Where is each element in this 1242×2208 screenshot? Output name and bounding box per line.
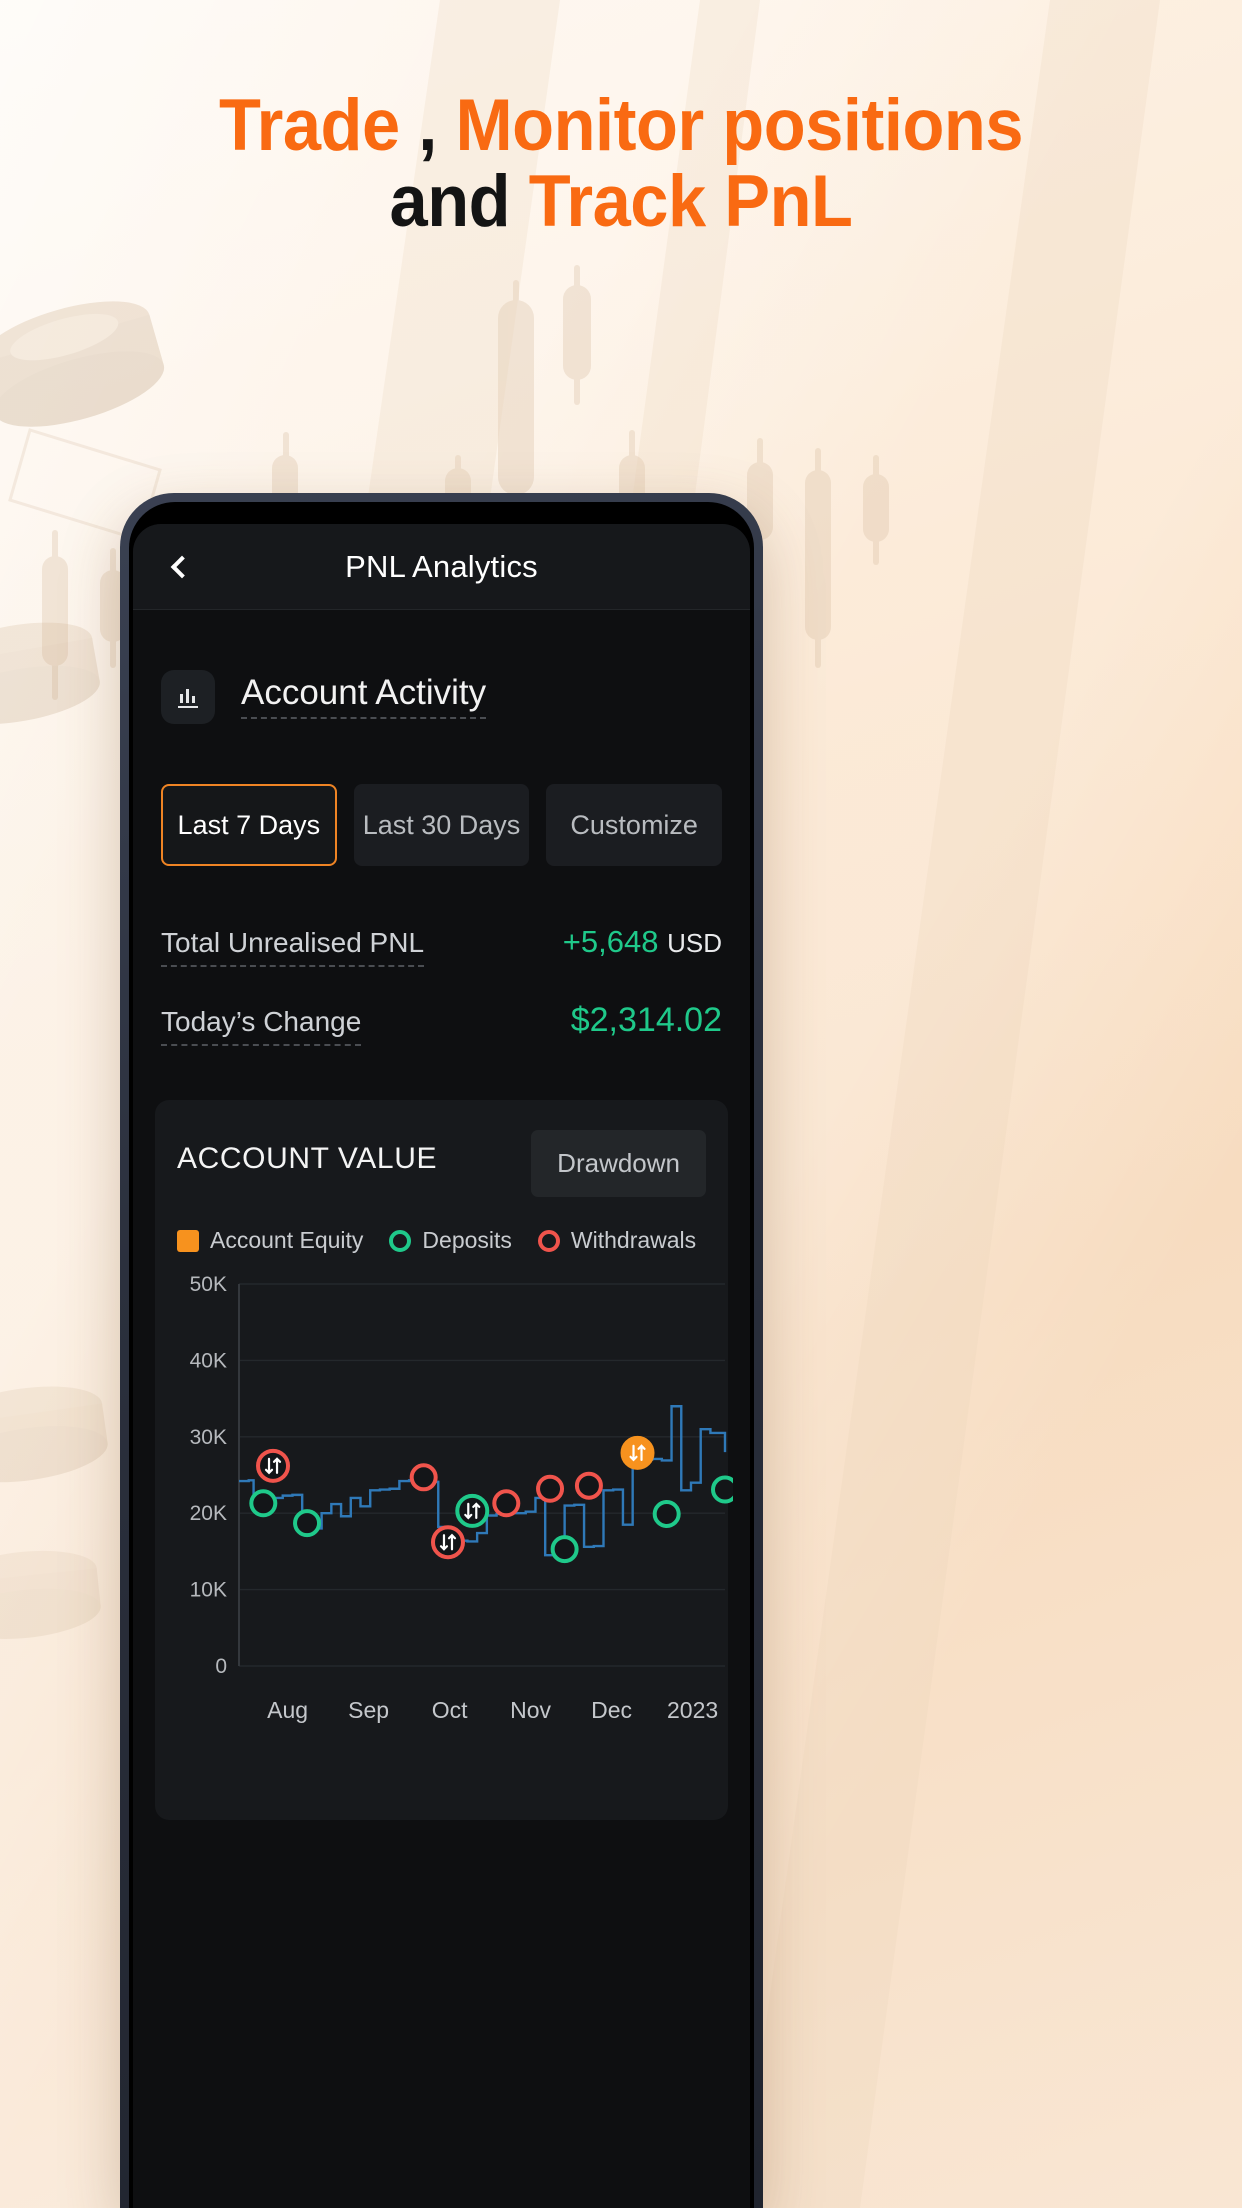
legend-swatch-ring: [389, 1229, 412, 1252]
marker-ring: [409, 1463, 438, 1492]
stat-value: +5,648 USD: [563, 924, 722, 960]
date-range-chips: Last 7 Days Last 30 Days Customize: [133, 724, 750, 866]
stat-label: Total Unrealised PNL: [161, 927, 425, 967]
chart-marker-withdrawal[interactable]: [536, 1474, 565, 1503]
y-tick-label: 10K: [190, 1579, 227, 1602]
chart-marker-account-equity-event[interactable]: [620, 1435, 655, 1470]
headline-monitor-positions: Monitor positions: [436, 85, 1024, 166]
marker-ring: [550, 1535, 579, 1564]
y-tick-label: 40K: [190, 1349, 227, 1372]
legend-label: Deposits: [422, 1227, 512, 1253]
headline-comma: ,: [418, 85, 437, 166]
x-tick-label: Dec: [591, 1697, 632, 1723]
stat-value-amount: +5,648: [562, 924, 659, 959]
marker-ring: [620, 1435, 655, 1470]
x-tick-label: Aug: [267, 1697, 308, 1723]
chart-marker-deposit[interactable]: [550, 1535, 579, 1564]
bar-chart-glyph: [178, 689, 198, 708]
chart-marker-withdrawal[interactable]: [409, 1463, 438, 1492]
stat-row-total-unrealised-pnl: Total Unrealised PNL +5,648 USD: [161, 908, 722, 985]
chart-marker-withdrawal[interactable]: [574, 1471, 603, 1500]
chip-customize[interactable]: Customize: [546, 784, 723, 866]
y-tick-label: 20K: [190, 1502, 227, 1525]
phone-mockup: PNL Analytics Account Activity Last 7 Da…: [120, 493, 763, 2208]
x-tick-label: Oct: [432, 1697, 468, 1723]
chart-marker-deposit[interactable]: [293, 1509, 322, 1538]
marker-ring: [536, 1474, 565, 1503]
headline-line-1: Trade , Monitor positions: [37, 88, 1204, 164]
legend-swatch-ring: [537, 1229, 560, 1252]
headline-trade: Trade: [218, 85, 419, 166]
stat-label: Today’s Change: [161, 1006, 362, 1046]
marker-ring: [492, 1489, 521, 1518]
stats-list: Total Unrealised PNL +5,648 USD Today’s …: [133, 866, 750, 1064]
chart-legend: Account Equity Deposits Withdrawals: [177, 1227, 706, 1254]
legend-label: Withdrawals: [570, 1227, 697, 1253]
chart-marker-deposit[interactable]: [249, 1489, 278, 1518]
chevron-left-icon: [170, 555, 193, 578]
chart-svg: 50K 40K 30K 20K 10K 0 Aug Sep Oct Nov Dec 2023: [190, 1273, 733, 1723]
headline-and: and: [389, 160, 529, 242]
drawdown-button[interactable]: Drawdown: [531, 1130, 706, 1197]
marker-ring: [256, 1448, 291, 1483]
chip-last-7-days[interactable]: Last 7 Days: [161, 784, 337, 866]
chip-last-30-days[interactable]: Last 30 Days: [353, 784, 530, 866]
stat-value-unit: USD: [667, 928, 722, 958]
bar-chart-icon: [161, 670, 215, 724]
account-value-card: ACCOUNT VALUE Drawdown Account Equity De…: [155, 1100, 733, 1820]
headline-track-pnl: Track PnL: [528, 160, 853, 242]
chart-x-axis-labels: Aug Sep Oct Nov Dec 2023: [267, 1697, 718, 1723]
account-value-chart[interactable]: 50K 40K 30K 20K 10K 0 Aug Sep Oct Nov Dec 2023: [177, 1270, 733, 1740]
marker-ring: [711, 1475, 733, 1504]
back-button[interactable]: [159, 547, 199, 587]
page-title: Trade , Monitor positions and Track PnL: [37, 88, 1204, 240]
section-title: Account Activity: [241, 674, 487, 719]
legend-item-deposits[interactable]: Deposits: [389, 1227, 512, 1254]
chart-y-axis-labels: 50K 40K 30K 20K 10K 0: [190, 1273, 227, 1678]
y-tick-label: 30K: [190, 1426, 227, 1449]
app-header: PNL Analytics: [133, 524, 750, 610]
chart-marker-deposit-transfer[interactable]: [455, 1493, 490, 1528]
chart-marker-withdrawal-transfer[interactable]: [256, 1448, 291, 1483]
legend-item-withdrawals[interactable]: Withdrawals: [537, 1227, 697, 1254]
x-tick-label: Sep: [348, 1697, 389, 1723]
stat-value-amount: $2,314.02: [570, 1001, 722, 1039]
stat-row-todays-change: Today’s Change $2,314.02: [161, 985, 722, 1064]
legend-swatch-square: [177, 1229, 199, 1252]
marker-ring: [430, 1525, 465, 1560]
x-tick-label: 2023: [667, 1697, 718, 1723]
x-tick-label: Nov: [510, 1697, 551, 1723]
app-title: PNL Analytics: [345, 548, 538, 584]
marker-ring: [249, 1489, 278, 1518]
chart-markers: [249, 1435, 733, 1564]
chart-gridlines: [239, 1283, 725, 1667]
account-activity-section-header: Account Activity: [133, 610, 750, 724]
y-tick-label: 50K: [190, 1273, 227, 1296]
marker-ring: [455, 1493, 490, 1528]
phone-bezel: PNL Analytics Account Activity Last 7 Da…: [129, 502, 754, 2208]
marker-ring: [293, 1509, 322, 1538]
legend-item-account-equity[interactable]: Account Equity: [177, 1227, 363, 1254]
headline-line-2: and Track PnL: [37, 160, 1204, 242]
y-tick-label: 0: [215, 1655, 227, 1678]
app-screen: PNL Analytics Account Activity Last 7 Da…: [133, 524, 750, 2208]
marker-ring: [574, 1471, 603, 1500]
card-header: ACCOUNT VALUE Drawdown: [177, 1130, 706, 1197]
chart-marker-deposit[interactable]: [652, 1499, 681, 1528]
marker-ring: [652, 1499, 681, 1528]
chart-marker-withdrawal-transfer[interactable]: [430, 1525, 465, 1560]
chart-marker-deposit[interactable]: [711, 1475, 733, 1504]
legend-label: Account Equity: [210, 1227, 364, 1253]
card-title: ACCOUNT VALUE: [177, 1142, 438, 1175]
chart-marker-withdrawal[interactable]: [492, 1489, 521, 1518]
